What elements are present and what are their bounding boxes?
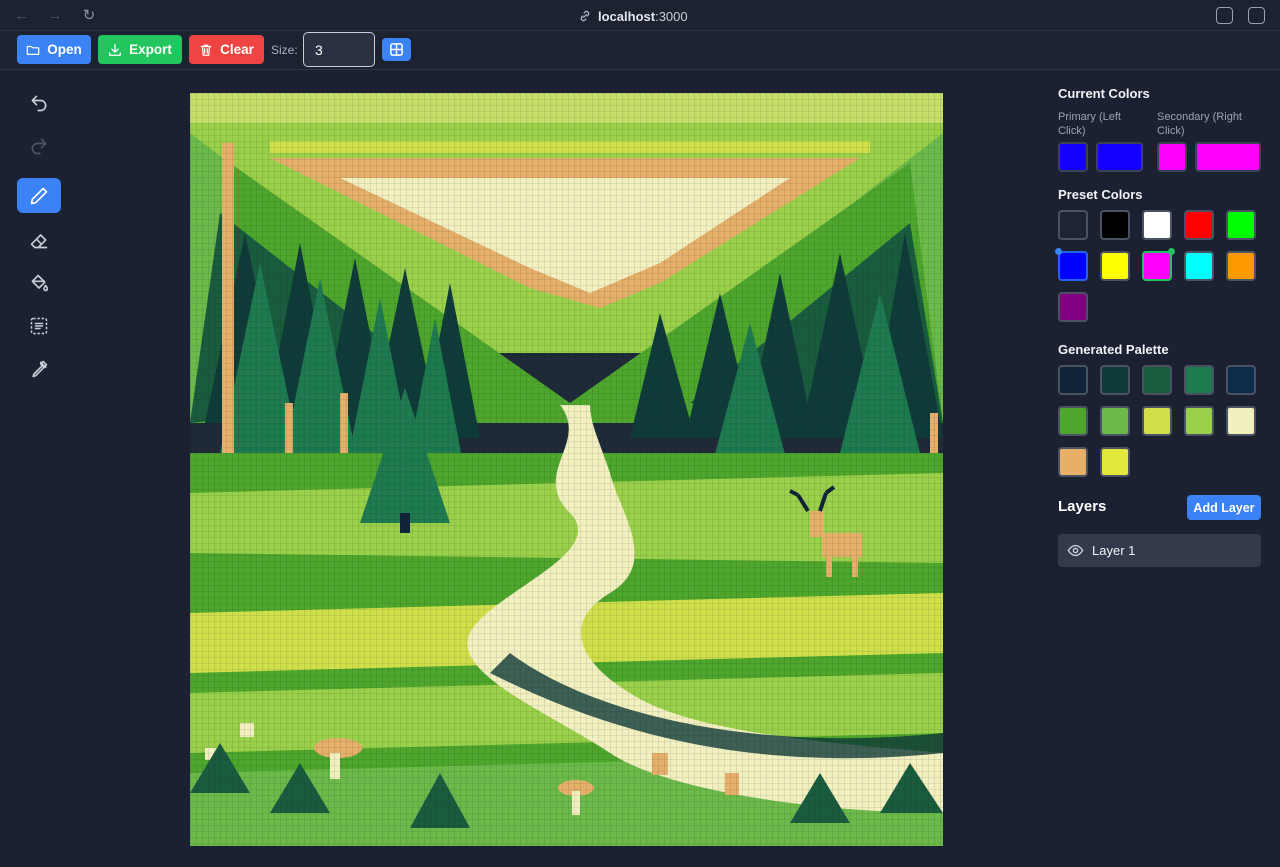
preset-color-swatch[interactable] — [1184, 210, 1214, 240]
generated-color-swatch[interactable] — [1142, 365, 1172, 395]
preset-colors-title: Preset Colors — [1058, 187, 1143, 202]
generated-color-swatch[interactable] — [1184, 406, 1214, 436]
redo-icon — [31, 138, 47, 154]
preset-color-swatch[interactable] — [1184, 251, 1214, 281]
generated-color-swatch[interactable] — [1142, 406, 1172, 436]
layer-item[interactable]: Layer 1 — [1058, 534, 1261, 567]
eraser-icon — [30, 233, 48, 248]
generated-color-swatch[interactable] — [1058, 406, 1088, 436]
generated-color-swatch[interactable] — [1226, 365, 1256, 395]
add-layer-button[interactable]: Add Layer — [1187, 495, 1261, 520]
toolbar: Open Export Clear Size: — [0, 31, 1280, 70]
pencil-icon — [30, 187, 48, 204]
secondary-color-swatch[interactable] — [1157, 142, 1187, 172]
secondary-marker — [1168, 248, 1175, 255]
fill-bucket-icon — [31, 274, 49, 291]
primary-color-label: Primary (Left Click) — [1058, 111, 1121, 137]
fill-tool[interactable] — [17, 265, 61, 300]
layer-name: Layer 1 — [1092, 543, 1136, 558]
link-icon — [580, 10, 590, 22]
secondary-color-label: Secondary (Right Click) — [1157, 111, 1242, 137]
clear-button[interactable]: Clear — [189, 35, 264, 64]
primary-color-swatch[interactable] — [1058, 142, 1088, 172]
preset-color-swatch[interactable] — [1058, 292, 1088, 322]
eye-icon[interactable] — [1067, 542, 1084, 559]
pixel-art-landscape[interactable] — [190, 93, 943, 846]
generated-color-swatch[interactable] — [1100, 406, 1130, 436]
address-bar[interactable]: localhost:3000 — [578, 7, 688, 25]
generated-color-swatch[interactable] — [1226, 406, 1256, 436]
secondary-color-picker[interactable] — [1195, 142, 1261, 172]
generated-color-swatch[interactable] — [1184, 365, 1214, 395]
trash-icon — [200, 44, 212, 56]
reload-icon[interactable]: ↻ — [80, 7, 98, 25]
preset-color-swatch[interactable] — [1142, 248, 1175, 281]
download-icon — [109, 43, 122, 56]
size-label: Size: — [271, 43, 298, 57]
preset-color-swatch[interactable] — [1142, 210, 1172, 240]
eyedropper-icon — [32, 360, 48, 377]
pixel-canvas[interactable] — [190, 93, 943, 846]
current-colors-title: Current Colors — [1058, 86, 1150, 101]
open-button[interactable]: Open — [17, 35, 91, 64]
extensions-icon[interactable] — [1216, 7, 1233, 24]
url-port: :3000 — [655, 8, 688, 24]
layers-title: Layers — [1058, 498, 1107, 515]
forward-icon[interactable]: → — [46, 7, 64, 25]
generated-color-swatch[interactable] — [1100, 447, 1130, 477]
generated-color-swatch[interactable] — [1058, 365, 1088, 395]
preset-color-swatch[interactable] — [1100, 251, 1130, 281]
url-host: localhost — [598, 8, 656, 24]
size-input[interactable] — [303, 32, 375, 67]
grid-toggle-button[interactable] — [382, 38, 411, 61]
select-icon — [30, 317, 48, 334]
preset-color-swatch[interactable] — [1055, 248, 1088, 281]
undo-icon — [31, 95, 47, 111]
open-label: Open — [47, 42, 82, 57]
sidebar-toggle-icon[interactable] — [1248, 7, 1265, 24]
primary-marker — [1055, 248, 1062, 255]
back-icon[interactable]: ← — [13, 7, 31, 25]
generated-color-swatch[interactable] — [1100, 365, 1130, 395]
folder-icon — [26, 45, 40, 55]
preset-color-swatch[interactable] — [1226, 251, 1256, 281]
preset-color-swatch[interactable] — [1100, 210, 1130, 240]
export-label: Export — [129, 42, 172, 57]
export-button[interactable]: Export — [98, 35, 182, 64]
clear-label: Clear — [220, 42, 254, 57]
generated-color-swatch[interactable] — [1058, 447, 1088, 477]
preset-color-swatch[interactable] — [1058, 210, 1088, 240]
preset-color-swatch[interactable] — [1226, 210, 1256, 240]
redo-button[interactable] — [17, 128, 61, 163]
select-tool[interactable] — [17, 308, 61, 343]
grid-icon — [390, 43, 403, 56]
pencil-tool[interactable] — [17, 178, 61, 213]
generated-palette-title: Generated Palette — [1058, 342, 1169, 357]
eyedropper-tool[interactable] — [17, 351, 61, 386]
undo-button[interactable] — [17, 85, 61, 120]
primary-color-picker[interactable] — [1096, 142, 1143, 172]
eraser-tool[interactable] — [17, 222, 61, 257]
browser-chrome: ← → ↻ localhost:3000 — [0, 0, 1280, 31]
